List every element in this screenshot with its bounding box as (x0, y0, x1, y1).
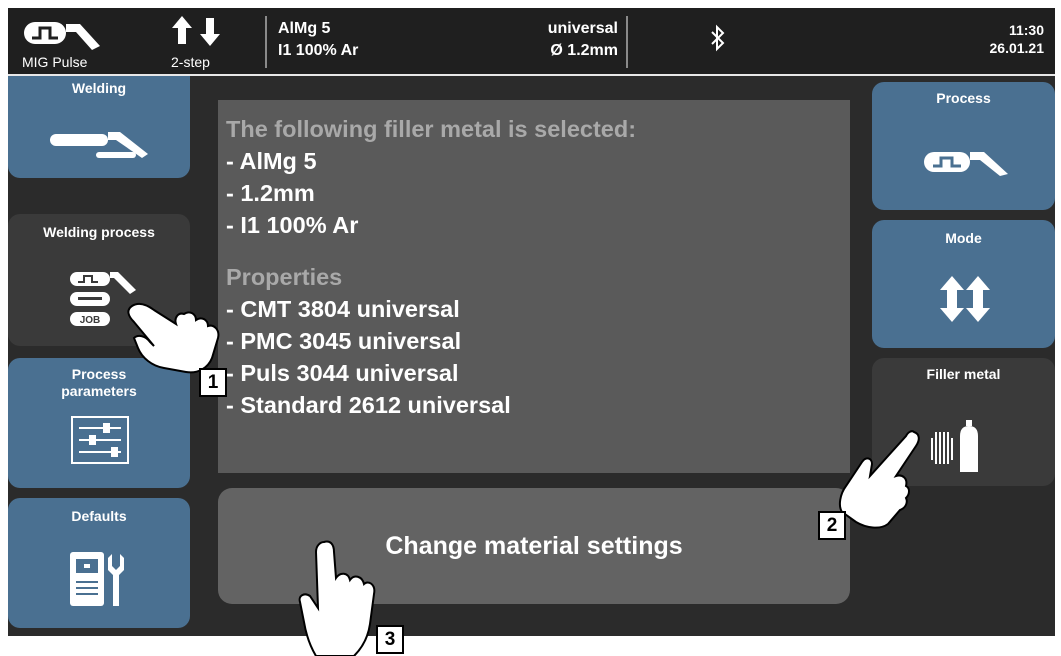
bluetooth-icon (711, 24, 725, 52)
callout-marker: 1 (199, 368, 227, 397)
clock-date: 26.01.21 (989, 40, 1045, 56)
svg-text:JOB: JOB (80, 315, 101, 326)
info-property: - Puls 3044 universal (226, 360, 459, 386)
nav-process-label: Process (936, 90, 991, 106)
callout-marker: 2 (818, 511, 846, 540)
wire-gas-icon (931, 420, 978, 472)
nav-welding-label: Welding (71, 80, 127, 96)
material-label: AlMg 5 (278, 20, 331, 37)
nav-defaults-label: Defaults (71, 508, 127, 524)
info-properties-heading: Properties (226, 264, 343, 290)
pulse-torch-icon (24, 22, 100, 50)
pointing-hand-icon (127, 302, 220, 374)
info-property: - Standard 2612 universal (226, 392, 511, 418)
status-bar: MIG Pulse 2-step AlMg 5 I1 100% Ar unive… (8, 8, 1055, 76)
nav-mode[interactable]: Mode (872, 220, 1055, 348)
gas-label: I1 100% Ar (278, 42, 359, 59)
info-heading: The following filler metal is selected: (226, 116, 637, 142)
info-property: - CMT 3804 universal (226, 296, 460, 322)
info-selected-material: - AlMg 5 (226, 148, 317, 174)
sliders-icon (71, 416, 129, 464)
defaults-icon (70, 552, 124, 606)
info-selected-gas: - I1 100% Ar (226, 212, 359, 238)
two-step-arrows-icon (172, 16, 220, 46)
process-label: MIG Pulse (22, 54, 88, 70)
characteristic-label: universal (547, 20, 618, 37)
pointing-hand-icon (298, 540, 376, 656)
info-property: - PMC 3045 universal (226, 328, 462, 354)
nav-welding[interactable]: Welding (8, 76, 190, 178)
two-step-arrows-icon (940, 276, 990, 322)
nav-mode-label: Mode (945, 230, 982, 246)
nav-process[interactable]: Process (872, 82, 1055, 210)
callout-marker: 3 (376, 625, 404, 654)
pointing-hand-icon (838, 430, 920, 529)
welding-torch-icon (50, 132, 148, 158)
filler-metal-info-panel: The following filler metal is selected: … (218, 100, 850, 473)
status-divider (626, 16, 628, 68)
nav-defaults[interactable]: Defaults (8, 498, 190, 628)
nav-welding-process-label: Welding process (43, 224, 155, 240)
clock-time: 11:30 (1008, 22, 1044, 38)
mode-label: 2-step (171, 54, 210, 70)
pulse-torch-icon (924, 152, 1008, 176)
diameter-label: Ø 1.2mm (550, 42, 618, 59)
status-divider (265, 16, 267, 68)
info-selected-diameter: - 1.2mm (226, 180, 315, 206)
nav-filler-metal-label: Filler metal (926, 366, 1001, 382)
